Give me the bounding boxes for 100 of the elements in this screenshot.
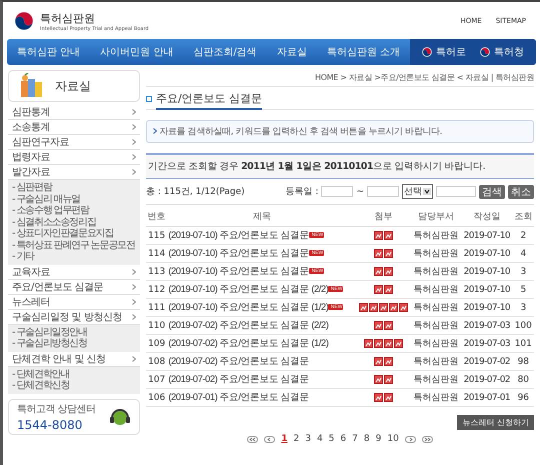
page-link[interactable]: 5 xyxy=(328,434,334,444)
callcenter-label: 특허고객 상담센터 xyxy=(17,402,96,416)
sidebar-item[interactable]: 소송통계 xyxy=(8,120,140,135)
file-icon[interactable] xyxy=(394,338,404,348)
nav-item[interactable]: 특허심판 안내 xyxy=(17,45,80,59)
page-link[interactable]: 7 xyxy=(352,434,358,444)
file-icon[interactable] xyxy=(374,392,384,402)
file-icon[interactable] xyxy=(374,266,384,276)
search-select[interactable]: 선택 xyxy=(402,184,433,199)
submenu-item[interactable]: - 구술심리일정안내 xyxy=(12,326,136,338)
logo-title[interactable]: 특허심판원 xyxy=(40,10,149,26)
file-icon[interactable] xyxy=(389,302,398,312)
file-icon[interactable] xyxy=(384,374,394,384)
submenu-item[interactable]: - 단체견학안내 xyxy=(12,368,136,380)
column-header: 조회 xyxy=(512,207,534,226)
table-cell: 특허심판원 xyxy=(410,244,462,262)
end-date-field[interactable] xyxy=(367,186,399,197)
submenu-item[interactable]: - 기타 xyxy=(12,251,136,262)
chevron-icon xyxy=(132,124,136,130)
next-page-icon[interactable] xyxy=(404,436,416,442)
file-icon[interactable] xyxy=(399,302,408,312)
file-icon[interactable] xyxy=(384,356,394,366)
emblem-icon xyxy=(422,47,432,57)
nav-link[interactable]: 특허로 xyxy=(436,45,466,59)
prev-page-icon[interactable] xyxy=(264,436,276,442)
submenu-item[interactable]: - 특허상표 판례연구 논문공모전 xyxy=(12,240,136,251)
keyword-field[interactable] xyxy=(436,186,476,197)
sidebar-item[interactable]: 법령자료 xyxy=(8,150,140,165)
sidebar-item[interactable]: 심판통계 xyxy=(8,105,140,120)
file-icon[interactable] xyxy=(374,374,384,384)
file-icon[interactable] xyxy=(379,302,388,312)
last-page-icon[interactable] xyxy=(422,436,433,442)
file-icon[interactable] xyxy=(374,338,384,348)
nav-link[interactable]: 특허청 xyxy=(494,45,524,59)
file-icon[interactable] xyxy=(384,248,394,258)
tilde-text: ~ xyxy=(356,186,364,196)
table-cell: 113 xyxy=(146,262,168,280)
page-title: 주요/언론보도 심결문 xyxy=(156,91,262,110)
nav-item[interactable]: 특허심판원 소개 xyxy=(326,45,400,59)
table-cell: 4 xyxy=(512,244,534,262)
table-cell: 101 xyxy=(512,334,534,352)
submenu-item[interactable]: - 구술심리 매뉴얼 xyxy=(12,194,136,205)
post-title-link[interactable]: (2019-07-02) 주요/언론보도 심결문 xyxy=(167,370,356,388)
file-icon[interactable] xyxy=(359,302,368,312)
submenu-item[interactable]: - 심판편람 xyxy=(12,182,136,194)
search-action-button[interactable]: 취소 xyxy=(508,184,534,198)
file-icon[interactable] xyxy=(384,392,394,402)
file-icon[interactable] xyxy=(364,338,374,348)
table-cell: 100 xyxy=(512,316,534,334)
table-cell: 98 xyxy=(512,352,534,370)
table-cell: 114 xyxy=(146,244,168,262)
post-title-link[interactable]: (2019-07-02) 주요/언론보도 심결문 xyxy=(167,352,356,370)
nav-item[interactable]: 자료실 xyxy=(276,45,307,59)
file-icon[interactable] xyxy=(384,284,394,294)
sidebar-item[interactable]: 심판연구자료 xyxy=(8,135,140,150)
nav-item[interactable]: 심판조회/검색 xyxy=(193,45,257,59)
file-icon[interactable] xyxy=(384,266,394,276)
table-cell: 특허심판원 xyxy=(410,370,462,388)
file-icon[interactable] xyxy=(374,320,384,330)
page-link[interactable]: 2 xyxy=(293,434,300,444)
file-icon[interactable] xyxy=(374,248,384,258)
table-cell: 2019-07-03 xyxy=(461,316,513,334)
file-icon[interactable] xyxy=(369,302,378,312)
submenu-item[interactable]: - 심결취소소송정리집 xyxy=(12,216,136,228)
submenu-item[interactable]: - 단체견학신청 xyxy=(12,380,136,392)
page-link[interactable]: 4 xyxy=(316,434,323,444)
page-link[interactable]: 8 xyxy=(364,434,370,444)
submenu-item[interactable]: - 소송수행 업무편람 xyxy=(12,205,136,216)
submenu-item[interactable]: - 구술심리방청신청 xyxy=(12,338,136,350)
page-link[interactable]: 6 xyxy=(340,434,346,444)
file-icon[interactable] xyxy=(384,338,394,348)
start-date-field[interactable] xyxy=(321,186,354,197)
first-page-icon[interactable] xyxy=(247,436,258,442)
page-link[interactable]: 3 xyxy=(305,434,311,444)
file-icon[interactable] xyxy=(374,356,384,366)
search-action-button[interactable]: 검색 xyxy=(479,184,505,198)
file-icon[interactable] xyxy=(384,320,394,330)
page-link[interactable]: 9 xyxy=(376,434,382,444)
post-title-link[interactable]: (2019-07-02) 주요/언론보도 심결문 (1/2) xyxy=(167,334,356,352)
table-cell: 96 xyxy=(512,388,534,406)
table-cell: 2 xyxy=(512,226,534,244)
emblem-icon xyxy=(480,47,490,57)
logo-icon xyxy=(13,10,35,32)
nav-item[interactable]: 사이버민원 안내 xyxy=(100,45,174,59)
post-title-link[interactable]: (2019-07-01) 주요/언론보도 심결문 xyxy=(167,388,356,406)
sidebar-item[interactable]: 교육자료 xyxy=(8,264,140,280)
info-message: 자료를 검색하실때, 키워드를 입력하신 후 검색 버튼을 누르시기 바랍니다. xyxy=(146,120,534,143)
submenu-item[interactable]: - 상표디자인판결문요지집 xyxy=(12,228,136,240)
sidebar-item[interactable]: 뉴스레터 xyxy=(8,294,140,310)
breadcrumb: HOME > 자료실 >주요/언론보도 심결문 < 자료실 | 특허심판원 xyxy=(146,70,534,87)
table-cell: 2019-07-10 xyxy=(461,244,513,262)
newsletter-button[interactable]: 뉴스레터 신청하기 xyxy=(457,415,534,430)
file-icon[interactable] xyxy=(384,230,394,240)
page-link[interactable]: 10 xyxy=(387,434,399,444)
file-icon[interactable] xyxy=(374,284,384,294)
post-title-link[interactable]: (2019-07-02) 주요/언론보도 심결문 (2/2) xyxy=(167,316,356,334)
notice-text: 기간으로 조회할 경우 2011년 1월 1일은 20110101으로 입력하시기 바랍니다. xyxy=(146,153,534,179)
sidebar-item[interactable]: 주요/언론보도 심결문 xyxy=(8,280,140,294)
file-icon[interactable] xyxy=(374,230,384,240)
page-link[interactable]: 1 xyxy=(281,434,288,444)
